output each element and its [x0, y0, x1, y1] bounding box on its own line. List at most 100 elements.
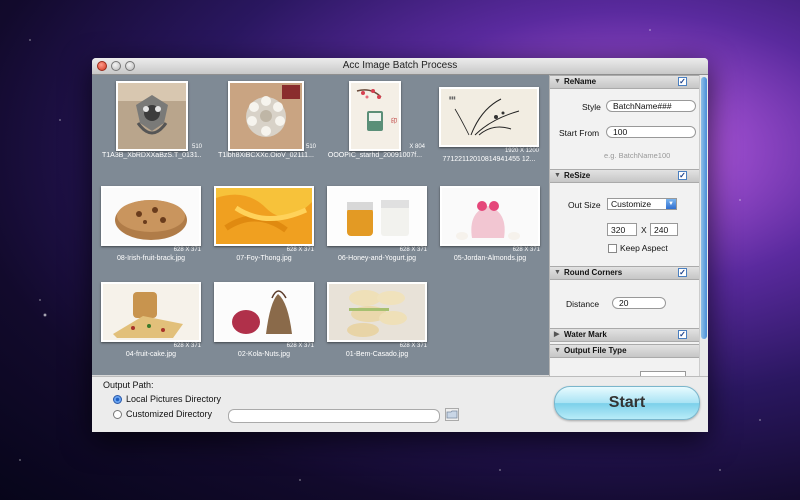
disclosure-triangle-icon[interactable]: ▼: [554, 267, 561, 279]
svg-text:印: 印: [391, 118, 397, 125]
resize-section-header[interactable]: ▼ ReSize ✓: [550, 169, 700, 183]
width-field[interactable]: 320: [607, 223, 637, 236]
window-title: Acc Image Batch Process: [342, 60, 458, 71]
thumbnail-image: [327, 282, 427, 342]
image-dimensions: 628 X 371: [399, 247, 427, 253]
zoom-icon[interactable]: [125, 61, 135, 71]
thumbnail-image: [101, 282, 201, 342]
thumbnail-item[interactable]: 印 X 804 OOOPIC_starhd_20091007f...: [325, 81, 425, 160]
rename-checkbox[interactable]: ✓: [678, 77, 687, 86]
image-filename: OOOPIC_starhd_20091007f...: [327, 152, 423, 159]
thumbnail-image: [116, 81, 188, 151]
start-button[interactable]: Start: [554, 386, 700, 420]
thumbnail-item[interactable]: 628 X 371 07-Foy-Thong.jpg: [214, 186, 314, 263]
app-window: Acc Image Batch Process 510 T1A3B_XbRDXX…: [92, 58, 708, 432]
start-from-label: Start From: [559, 128, 600, 138]
settings-scrollbar[interactable]: [699, 75, 708, 376]
start-from-field[interactable]: 100: [606, 126, 696, 138]
thumbnail-item[interactable]: ▮▮▮ 1920 X 1200 77122112010814941455 12.…: [439, 87, 539, 164]
keep-aspect-checkbox[interactable]: [608, 244, 617, 253]
image-filename: T1lbh8XiBCXXc.OioV_02111...: [218, 152, 314, 159]
disclosure-triangle-icon[interactable]: ▼: [554, 170, 561, 182]
image-filename: 01-Bem-Casado.jpg: [345, 351, 409, 358]
custom-directory-option[interactable]: Customized Directory: [113, 409, 212, 419]
disclosure-triangle-icon[interactable]: ▼: [554, 76, 561, 88]
round-corners-checkbox[interactable]: ✓: [678, 268, 687, 277]
image-gallery[interactable]: 510 T1A3B_XbRDXXaBzS.T_0131... 510 T1lbh…: [92, 75, 549, 375]
chevron-down-icon: ▼: [666, 199, 676, 209]
distance-field[interactable]: 20: [612, 297, 666, 309]
disclosure-triangle-icon[interactable]: ▶: [554, 329, 559, 341]
water-mark-checkbox[interactable]: ✓: [678, 330, 687, 339]
image-filename: 02-Kola-Nuts.jpg: [237, 351, 291, 358]
thumbnail-image: [228, 81, 304, 151]
size-separator: X: [641, 225, 647, 235]
settings-panel: ▼ ReName ✓ Style BatchName### Start From…: [549, 75, 700, 376]
local-directory-option[interactable]: Local Pictures Directory: [113, 394, 221, 404]
image-dimensions: 628 X 371: [173, 247, 201, 253]
round-corners-section-header[interactable]: ▼ Round Corners ✓: [550, 266, 700, 280]
thumbnail-item[interactable]: 628 X 371 06-Honey-and-Yogurt.jpg: [327, 186, 427, 263]
resize-checkbox[interactable]: ✓: [678, 171, 687, 180]
image-filename: T1A3B_XbRDXXaBzS.T_0131...: [102, 152, 202, 159]
image-dimensions: 628 X 371: [286, 343, 314, 349]
thumbnail-item[interactable]: 628 X 371 02-Kola-Nuts.jpg: [214, 282, 314, 359]
thumbnail-image: ▮▮▮: [439, 87, 539, 147]
thumbnail-image: [327, 186, 427, 246]
image-filename: 08-Irish-fruit-brack.jpg: [116, 255, 186, 262]
out-size-label: Out Size: [568, 200, 601, 210]
image-filename: 05-Jordan-Almonds.jpg: [453, 255, 527, 262]
out-size-value: Customize: [611, 199, 652, 209]
thumbnail-image: [101, 186, 201, 246]
thumbnail-item[interactable]: 628 X 371 04-fruit-cake.jpg: [101, 282, 201, 359]
distance-label: Distance: [566, 299, 600, 309]
checkmark-icon: ✓: [679, 171, 686, 180]
title-bar[interactable]: Acc Image Batch Process: [92, 58, 708, 75]
image-dimensions: 628 X 371: [399, 343, 427, 349]
style-field[interactable]: BatchName###: [606, 100, 696, 112]
image-dimensions: 628 X 371: [173, 343, 201, 349]
custom-directory-label: Customized Directory: [126, 409, 213, 419]
image-dimensions: 628 X 371: [512, 247, 540, 253]
checkmark-icon: ✓: [679, 330, 686, 339]
thumbnail-image: [214, 282, 314, 342]
thumbnail-item[interactable]: 510 T1lbh8XiBCXXc.OioV_02111...: [216, 81, 316, 160]
close-icon[interactable]: [97, 61, 107, 71]
height-field[interactable]: 240: [650, 223, 678, 236]
svg-text:▮▮▮: ▮▮▮: [449, 95, 456, 100]
image-filename: 06-Honey-and-Yogurt.jpg: [338, 255, 416, 262]
rename-section-header[interactable]: ▼ ReName ✓: [550, 75, 700, 89]
thumbnail-item[interactable]: 628 X 371 01-Bem-Casado.jpg: [327, 282, 427, 359]
thumbnail-item[interactable]: 628 X 371 08-Irish-fruit-brack.jpg: [101, 186, 201, 263]
image-filename: 77122112010814941455 12...: [442, 156, 536, 163]
thumbnail-image: [440, 186, 540, 246]
local-directory-label: Local Pictures Directory: [126, 394, 222, 404]
thumbnail-item[interactable]: 628 X 371 05-Jordan-Almonds.jpg: [440, 186, 540, 263]
water-mark-title: Water Mark: [564, 330, 607, 339]
minimize-icon[interactable]: [111, 61, 121, 71]
image-dimensions: 1920 X 1200: [504, 148, 539, 154]
scrollbar-thumb[interactable]: [701, 77, 707, 339]
image-filename: 04-fruit-cake.jpg: [125, 351, 177, 358]
output-path-label: Output Path:: [103, 380, 154, 390]
thumbnail-image: 印: [349, 81, 401, 151]
output-file-type-section-header[interactable]: ▼ Output File Type: [550, 344, 700, 358]
window-controls: [97, 61, 135, 71]
checkmark-icon: ✓: [679, 268, 686, 277]
thumbnail-item[interactable]: 510 T1A3B_XbRDXXaBzS.T_0131...: [102, 81, 202, 160]
out-size-select[interactable]: Customize ▼: [607, 198, 677, 210]
radio-selected-icon[interactable]: [113, 394, 122, 404]
image-filename: 07-Foy-Thong.jpg: [236, 255, 292, 262]
thumbnail-image: [214, 186, 314, 246]
custom-path-field[interactable]: [228, 409, 440, 423]
output-path-area: Output Path: Local Pictures Directory Cu…: [92, 376, 708, 432]
style-label: Style: [582, 102, 601, 112]
folder-icon[interactable]: [445, 408, 459, 421]
disclosure-triangle-icon[interactable]: ▼: [554, 345, 561, 357]
rename-title: ReName: [564, 77, 597, 86]
keep-aspect-label: Keep Aspect: [620, 243, 668, 253]
checkmark-icon: ✓: [679, 77, 686, 86]
radio-unselected-icon[interactable]: [113, 409, 122, 419]
water-mark-section-header[interactable]: ▶ Water Mark ✓: [550, 328, 700, 342]
round-corners-title: Round Corners: [564, 268, 623, 277]
